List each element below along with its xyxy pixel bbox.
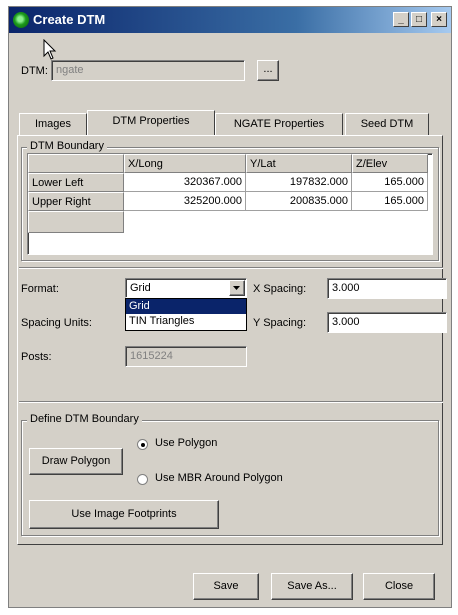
browse-button[interactable]: ... [257, 60, 279, 81]
create-dtm-window: Create DTM _ □ × DTM: ngate ... Images D… [8, 6, 452, 608]
mouse-cursor-icon [43, 39, 57, 60]
upper-right-y-cell[interactable]: 200835.000 [246, 192, 352, 211]
y-lat-header[interactable]: Y/Lat [246, 154, 352, 173]
save-as-button[interactable]: Save As... [271, 573, 353, 600]
format-label: Format: [21, 283, 59, 295]
format-select[interactable]: Grid [125, 278, 247, 298]
app-globe-icon [13, 12, 29, 28]
use-polygon-label[interactable]: Use Polygon [155, 437, 217, 449]
maximize-button[interactable]: □ [411, 12, 427, 27]
lower-left-y-cell[interactable]: 197832.000 [246, 173, 352, 192]
posts-value: 1615224 [130, 350, 173, 362]
title-bar[interactable]: Create DTM _ □ × [9, 7, 451, 33]
posts-label: Posts: [21, 351, 52, 363]
save-button[interactable]: Save [193, 573, 259, 600]
posts-field: 1615224 [125, 346, 247, 367]
grid-corner-header [28, 154, 124, 173]
format-dropdown-list[interactable]: Grid TIN Triangles [125, 298, 247, 331]
dtm-name-value: ngate [56, 64, 84, 76]
y-spacing-input[interactable]: 3.000 [327, 312, 447, 333]
tab-seed-dtm[interactable]: Seed DTM [345, 113, 429, 135]
y-spacing-label: Y Spacing: [253, 317, 307, 329]
format-dropdown-button[interactable] [229, 280, 245, 296]
chevron-down-icon [233, 286, 240, 290]
lower-left-z-cell[interactable]: 165.000 [352, 173, 428, 192]
z-elev-header[interactable]: Z/Elev [352, 154, 428, 173]
spacing-units-label: Spacing Units: [21, 317, 92, 329]
format-option-grid[interactable]: Grid [126, 299, 246, 314]
section-divider-2 [19, 401, 443, 403]
upper-right-x-cell[interactable]: 325200.000 [124, 192, 246, 211]
radio-selected-dot [141, 443, 145, 447]
dtm-name-field[interactable]: ngate [51, 60, 245, 81]
window-title: Create DTM [33, 12, 106, 27]
y-spacing-value: 3.000 [332, 316, 360, 328]
tab-images[interactable]: Images [19, 113, 87, 135]
x-spacing-value: 3.000 [332, 282, 360, 294]
dtm-boundary-title: DTM Boundary [27, 140, 107, 152]
use-image-footprints-button[interactable]: Use Image Footprints [29, 500, 219, 529]
upper-right-row-header: Upper Right [28, 192, 124, 211]
format-option-tin[interactable]: TIN Triangles [126, 314, 246, 329]
x-long-header[interactable]: X/Long [124, 154, 246, 173]
section-divider [19, 267, 443, 269]
tab-dtm-properties[interactable]: DTM Properties [87, 110, 215, 135]
boundary-grid[interactable]: X/Long Y/Lat Z/Elev Lower Left 320367.00… [27, 153, 433, 255]
use-polygon-radio[interactable] [137, 439, 148, 450]
lower-left-row-header: Lower Left [28, 173, 124, 192]
upper-right-z-cell[interactable]: 165.000 [352, 192, 428, 211]
lower-left-x-cell[interactable]: 320367.000 [124, 173, 246, 192]
use-mbr-radio[interactable] [137, 474, 148, 485]
format-value: Grid [130, 282, 151, 294]
minimize-button[interactable]: _ [393, 12, 409, 27]
tab-ngate-properties[interactable]: NGATE Properties [215, 113, 343, 135]
use-mbr-label[interactable]: Use MBR Around Polygon [155, 472, 283, 484]
define-boundary-title: Define DTM Boundary [27, 413, 142, 425]
x-spacing-label: X Spacing: [253, 283, 307, 295]
dtm-label: DTM: [21, 65, 48, 77]
x-spacing-input[interactable]: 3.000 [327, 278, 447, 299]
new-row-header [28, 211, 124, 233]
draw-polygon-button[interactable]: Draw Polygon [29, 448, 123, 475]
close-window-button[interactable]: × [431, 12, 447, 27]
close-button[interactable]: Close [363, 573, 435, 600]
